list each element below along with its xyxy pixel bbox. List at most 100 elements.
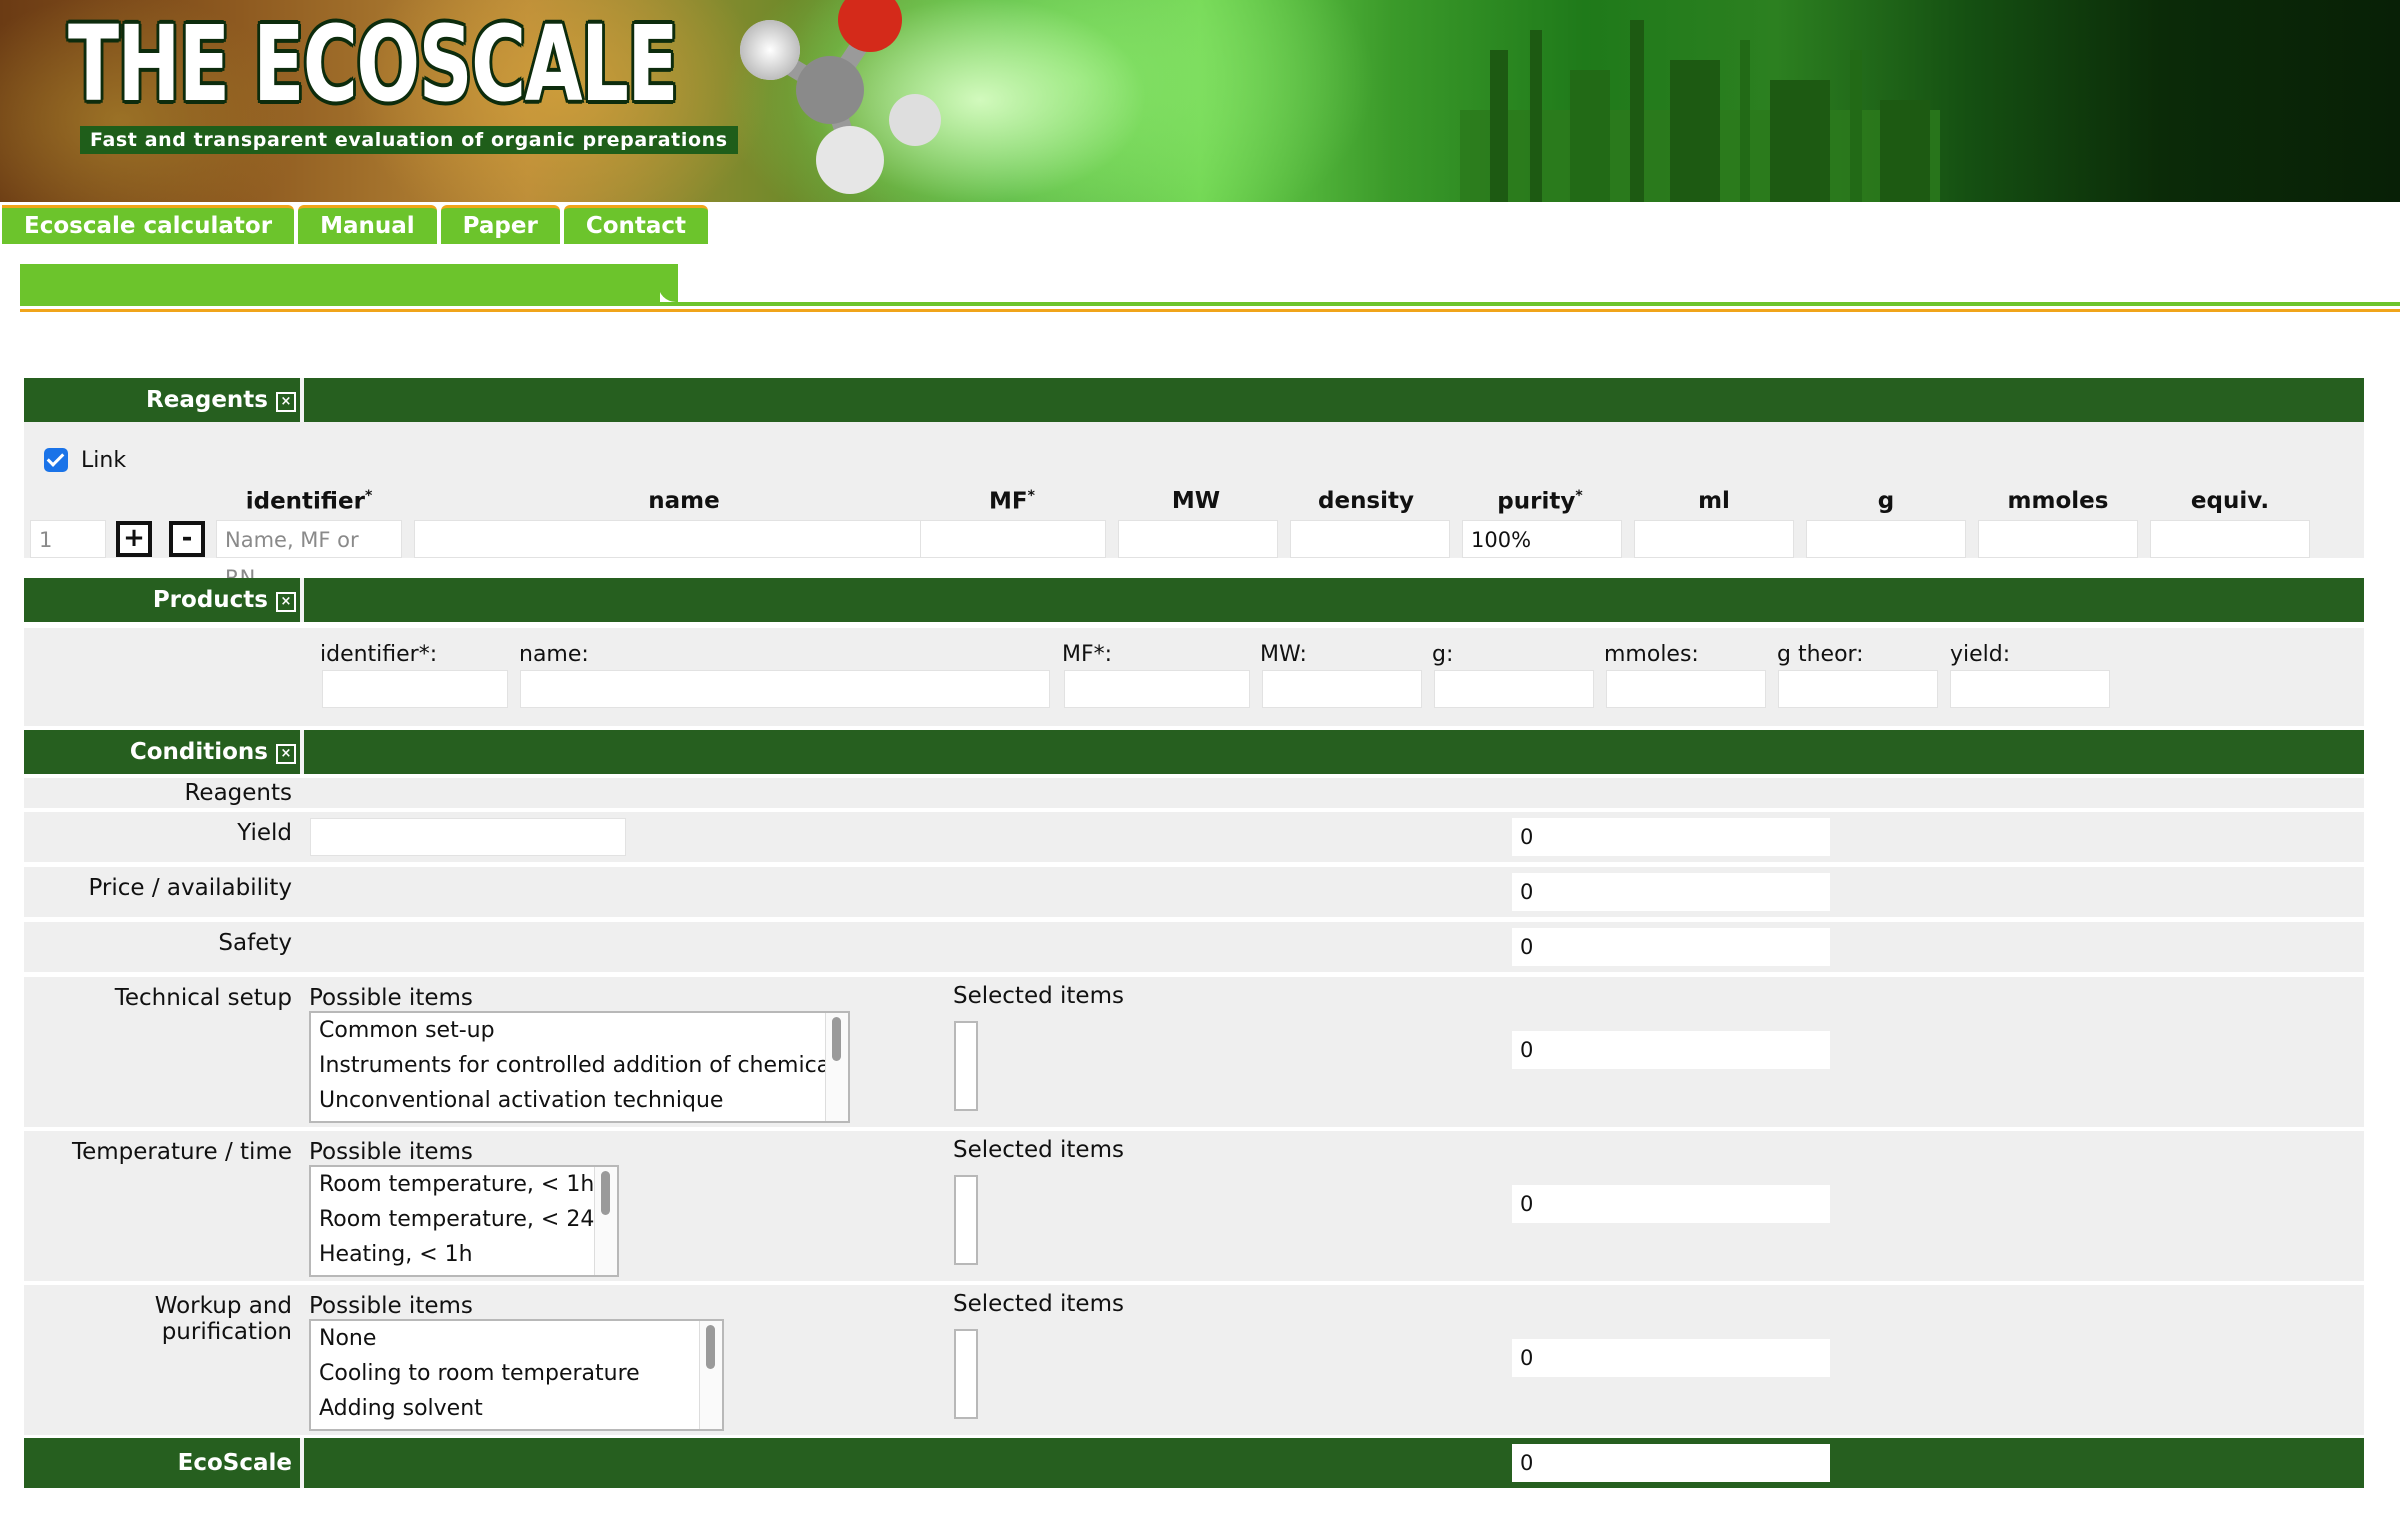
product-identifier-input[interactable] [322, 670, 508, 708]
product-identifier-label: identifier*: [320, 642, 438, 667]
workup-possible-label: Possible items [309, 1293, 473, 1319]
condition-row-safety: Safety 0 [24, 922, 2364, 972]
collapse-products-icon[interactable]: × [275, 592, 296, 612]
section-separator [300, 730, 304, 774]
nav-ecoscale-calculator[interactable]: Ecoscale calculator [2, 205, 295, 244]
technical-selected-list[interactable] [954, 1021, 978, 1111]
col-ml-header: ml [1698, 488, 1730, 514]
reagent-mmoles-input[interactable] [1978, 520, 2138, 558]
condition-row-workup: Workup and purification Possible items S… [24, 1285, 2364, 1435]
divider-green [20, 302, 2400, 306]
list-option[interactable]: Cooling to room temperature [311, 1356, 722, 1391]
remove-reagent-button[interactable]: - [169, 521, 205, 557]
workup-selected-list[interactable] [954, 1329, 978, 1419]
product-gtheor-label: g theor: [1777, 642, 1864, 667]
reagent-ml-input[interactable] [1634, 520, 1794, 558]
nav-manual[interactable]: Manual [298, 205, 437, 244]
reagent-name-input[interactable] [414, 520, 934, 558]
technical-score: 0 [1512, 1031, 1830, 1069]
product-name-label: name: [519, 642, 589, 667]
product-name-input[interactable] [520, 670, 1050, 708]
subnav-strip-end [658, 264, 678, 302]
list-option[interactable]: None [311, 1321, 722, 1356]
reagent-mw-input[interactable] [1118, 520, 1278, 558]
ecoscale-total-score: 0 [1512, 1444, 1830, 1482]
product-gtheor-input[interactable] [1778, 670, 1938, 708]
reagent-mf-input[interactable] [920, 520, 1106, 558]
workup-possible-list[interactable]: None Cooling to room temperature Adding … [309, 1319, 724, 1431]
temperature-possible-list[interactable]: Room temperature, < 1h Room temperature,… [309, 1165, 619, 1277]
reagent-density-input[interactable] [1290, 520, 1450, 558]
condition-technical-label: Technical setup [114, 985, 292, 1011]
products-section-title: Products [152, 587, 268, 613]
condition-temperature-label: Temperature / time [71, 1139, 292, 1165]
product-mmoles-input[interactable] [1606, 670, 1766, 708]
product-mmoles-label: mmoles: [1604, 642, 1699, 667]
temperature-selected-list[interactable] [954, 1175, 978, 1265]
section-separator [300, 378, 304, 422]
condition-workup-label: Workup and purification [154, 1293, 292, 1345]
col-density-header: density [1318, 488, 1414, 514]
col-mf-header: MF* [922, 488, 1102, 515]
product-mw-label: MW: [1260, 642, 1307, 667]
condition-row-technical: Technical setup Possible items Selected … [24, 977, 2364, 1127]
add-reagent-button[interactable]: + [116, 521, 152, 557]
divider-orange [20, 309, 2400, 312]
col-mw-header: MW [1171, 488, 1221, 514]
products-section-header: Products × [24, 578, 2364, 622]
product-g-input[interactable] [1434, 670, 1594, 708]
list-option[interactable]: Heating, < 1h [311, 1237, 617, 1272]
list-option[interactable]: Room temperature, < 1h [311, 1167, 617, 1202]
product-yield-input[interactable] [1950, 670, 2110, 708]
list-option[interactable]: Common set-up [311, 1013, 848, 1048]
condition-row-price: Price / availability 0 [24, 867, 2364, 917]
link-checkbox[interactable] [44, 448, 68, 472]
reagent-purity-input[interactable]: 100% [1462, 520, 1622, 558]
yield-input[interactable] [310, 818, 626, 856]
list-option[interactable]: Unconventional activation technique [311, 1083, 848, 1118]
molecule-illustration [740, 0, 941, 194]
products-region: identifier*: name: MF*: MW: g: mmoles: g… [24, 628, 2364, 726]
reagents-section-header: Reagents × [24, 378, 2364, 422]
price-score: 0 [1512, 873, 1830, 911]
nav-contact[interactable]: Contact [563, 205, 709, 244]
conditions-section-title: Conditions [129, 739, 268, 765]
product-mw-input[interactable] [1262, 670, 1422, 708]
conditions-section-header: Conditions × [24, 730, 2364, 774]
collapse-reagents-icon[interactable]: × [275, 392, 296, 412]
reagent-identifier-input[interactable]: Name, MF or RN [216, 520, 402, 590]
reagent-g-input[interactable] [1806, 520, 1966, 558]
condition-safety-label: Safety [218, 930, 292, 956]
list-option[interactable]: Room temperature, < 24h [311, 1202, 617, 1237]
section-separator [300, 578, 304, 622]
col-equiv-header: equiv. [2190, 488, 2270, 514]
col-purity-header: purity* [1460, 488, 1620, 515]
reagent-equiv-input[interactable] [2150, 520, 2310, 558]
condition-yield-label: Yield [237, 820, 292, 846]
temperature-score: 0 [1512, 1185, 1830, 1223]
col-identifier-text: identifier [245, 488, 365, 515]
reagents-region: Link identifier* name MF* MW density pur… [24, 422, 2364, 590]
factory-silhouette [1460, 20, 1940, 202]
reagent-row-index: 1 [30, 520, 106, 558]
list-option[interactable]: Adding solvent [311, 1391, 722, 1426]
list-scrollbar[interactable] [699, 1321, 722, 1429]
col-g-header: g [1877, 488, 1895, 514]
collapse-conditions-icon[interactable]: × [275, 744, 296, 764]
workup-score: 0 [1512, 1339, 1830, 1377]
required-mark: * [1575, 488, 1583, 504]
link-label: Link [81, 448, 127, 473]
col-mf-text: MF [989, 488, 1028, 515]
condition-price-label: Price / availability [88, 875, 292, 901]
technical-possible-list[interactable]: Common set-up Instruments for controlled… [309, 1011, 850, 1123]
safety-score: 0 [1512, 928, 1830, 966]
nav-paper[interactable]: Paper [440, 205, 560, 244]
list-scrollbar[interactable] [594, 1167, 617, 1275]
product-mf-input[interactable] [1064, 670, 1250, 708]
site-tagline: Fast and transparent evaluation of organ… [80, 126, 738, 154]
list-scrollbar[interactable] [825, 1013, 848, 1121]
technical-possible-label: Possible items [309, 985, 473, 1011]
list-option[interactable]: Instruments for controlled addition of c… [311, 1048, 848, 1083]
site-logo-title: THE ECOSCALE [68, 3, 679, 125]
subnav-strip [20, 264, 660, 302]
